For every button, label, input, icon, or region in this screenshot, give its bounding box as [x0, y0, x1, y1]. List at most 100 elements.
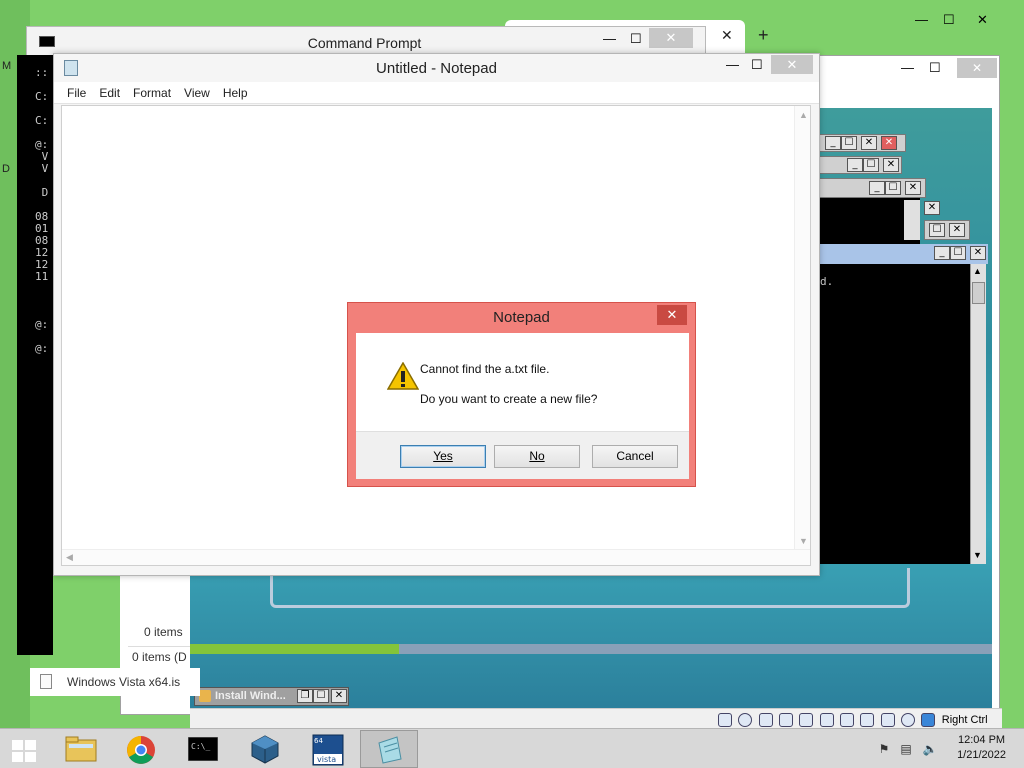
maximize-icon[interactable]: ☐: [751, 57, 763, 73]
maximize-icon[interactable]: ☐: [885, 181, 901, 195]
close-icon[interactable]: ✕: [657, 305, 687, 325]
network-icon[interactable]: ▤: [898, 741, 914, 757]
cancel-button[interactable]: Cancel: [592, 445, 678, 468]
close-icon[interactable]: ✕: [977, 12, 988, 28]
scroll-left-icon[interactable]: ◀: [66, 552, 73, 563]
maximize-icon[interactable]: ☐: [313, 689, 329, 703]
new-tab-button[interactable]: +: [758, 25, 769, 46]
maximize-icon[interactable]: ☐: [841, 136, 857, 150]
taskbar-chrome[interactable]: [112, 730, 170, 768]
minimize-icon[interactable]: —: [915, 12, 928, 27]
taskbar-notepad[interactable]: [360, 730, 418, 768]
display-icon[interactable]: [840, 712, 855, 727]
folder-icon: [65, 736, 97, 762]
mouse-integration-icon[interactable]: [901, 712, 916, 727]
restore-icon[interactable]: ❐: [297, 689, 313, 703]
scroll-down-icon[interactable]: ▼: [973, 550, 982, 560]
taskbar-clock[interactable]: 12:04 PM 1/21/2022: [957, 733, 1006, 763]
guest-console[interactable]: d.: [818, 264, 974, 564]
guest-window-4[interactable]: ☐ ✕: [924, 220, 970, 240]
close-icon[interactable]: ✕: [949, 223, 965, 237]
shared-folder-icon[interactable]: [819, 712, 834, 727]
guest-install-window-bar[interactable]: Install Wind... ❐ ☐ ✕: [194, 687, 349, 706]
menu-file[interactable]: File: [67, 86, 86, 100]
no-button[interactable]: No: [494, 445, 580, 468]
maximize-icon[interactable]: ☐: [630, 31, 642, 47]
taskbar-file-explorer[interactable]: [52, 730, 110, 768]
close-icon[interactable]: ✕: [881, 136, 897, 150]
yes-button[interactable]: Yes: [400, 445, 486, 468]
scroll-down-icon[interactable]: ▼: [799, 536, 808, 546]
scrollbar[interactable]: [904, 200, 920, 240]
guest-window-2[interactable]: _ ☐ ✕: [818, 156, 902, 174]
close-icon[interactable]: ✕: [649, 28, 693, 48]
guest-console-titlebar[interactable]: _ ☐ ✕: [818, 244, 988, 264]
close-icon[interactable]: ✕: [771, 55, 813, 74]
close-icon[interactable]: ✕: [957, 58, 997, 78]
guest-window-3[interactable]: _ ☐ ✕: [818, 178, 926, 198]
host-key-icon[interactable]: [921, 712, 936, 727]
cmd-icon: C:\_: [188, 737, 218, 761]
file-row[interactable]: Windows Vista x64.is: [30, 668, 200, 696]
minimize-icon[interactable]: —: [901, 60, 914, 75]
scroll-up-icon[interactable]: ▲: [973, 266, 982, 276]
start-button[interactable]: [0, 730, 48, 768]
cpu-icon[interactable]: [880, 712, 895, 727]
close-icon[interactable]: ✕: [861, 136, 877, 150]
minimize-icon[interactable]: —: [726, 57, 739, 72]
minimize-icon[interactable]: _: [934, 246, 950, 260]
guest-install-title: Install Wind...: [215, 690, 286, 702]
usb-icon[interactable]: [799, 712, 814, 727]
action-center-flag-icon[interactable]: ⚑: [876, 741, 892, 757]
guest-window-1[interactable]: _ ☐ ✕ ✕: [818, 134, 906, 152]
svg-text:64: 64: [314, 737, 323, 745]
notepad-titlebar[interactable]: Untitled - Notepad — ☐ ✕: [54, 54, 819, 82]
close-icon[interactable]: ✕: [970, 246, 986, 260]
close-icon[interactable]: ✕: [721, 27, 733, 44]
no-button-label: No: [529, 449, 545, 463]
menu-view[interactable]: View: [184, 86, 210, 100]
vm-status-bar: Right Ctrl: [190, 708, 1002, 730]
guest-console-scrollbar[interactable]: ▲ ▼: [970, 264, 986, 564]
close-icon[interactable]: ✕: [883, 158, 899, 172]
minimize-icon[interactable]: —: [603, 31, 616, 46]
close-icon[interactable]: ✕: [905, 181, 921, 195]
network-icon[interactable]: [779, 712, 794, 727]
notepad-title: Untitled - Notepad: [376, 60, 497, 77]
menu-help[interactable]: Help: [223, 86, 248, 100]
minimize-icon[interactable]: _: [847, 158, 863, 172]
close-icon[interactable]: ✕: [331, 689, 347, 703]
close-icon[interactable]: ✕: [924, 201, 940, 215]
vista-64-icon: 64 vista: [312, 734, 344, 766]
video-capture-icon[interactable]: [860, 712, 875, 727]
console-line: @:: [35, 342, 49, 355]
dialog-body: Cannot find the a.txt file. Do you want …: [356, 333, 689, 431]
maximize-icon[interactable]: ☐: [929, 223, 945, 237]
cmd-console[interactable]: :: C: C: @: V V D 08 01 08 12 12 11 @: @:: [17, 55, 53, 655]
maximize-icon[interactable]: ☐: [929, 60, 941, 76]
horizontal-scrollbar[interactable]: ◀: [62, 549, 810, 565]
harddisk-icon[interactable]: [718, 712, 732, 727]
chrome-icon: [127, 736, 155, 764]
minimize-icon[interactable]: _: [869, 181, 885, 195]
minimize-icon[interactable]: _: [825, 136, 841, 150]
maximize-icon[interactable]: ☐: [943, 12, 955, 28]
guest-console-small: [818, 198, 920, 244]
taskbar-vista-vm[interactable]: 64 vista: [298, 730, 356, 768]
notepad-dialog[interactable]: Notepad ✕ Cannot find the a.txt file. Do…: [347, 302, 696, 487]
maximize-icon[interactable]: ☐: [863, 158, 879, 172]
taskbar-virtualbox[interactable]: [236, 730, 294, 768]
audio-icon[interactable]: [758, 712, 773, 727]
cancel-button-label: Cancel: [616, 449, 654, 463]
menu-format[interactable]: Format: [133, 86, 171, 100]
volume-muted-icon[interactable]: 🔈: [922, 741, 938, 757]
menu-edit[interactable]: Edit: [99, 86, 120, 100]
desktop-glyph: D: [2, 163, 10, 175]
optical-drive-icon[interactable]: [738, 712, 753, 727]
dialog-message-primary: Cannot find the a.txt file.: [420, 362, 550, 376]
taskbar-command-prompt[interactable]: C:\_: [174, 730, 232, 768]
scroll-thumb[interactable]: [972, 282, 985, 304]
maximize-icon[interactable]: ☐: [950, 246, 966, 260]
vertical-scrollbar[interactable]: ▲ ▼: [794, 106, 810, 565]
scroll-up-icon[interactable]: ▲: [799, 110, 808, 120]
